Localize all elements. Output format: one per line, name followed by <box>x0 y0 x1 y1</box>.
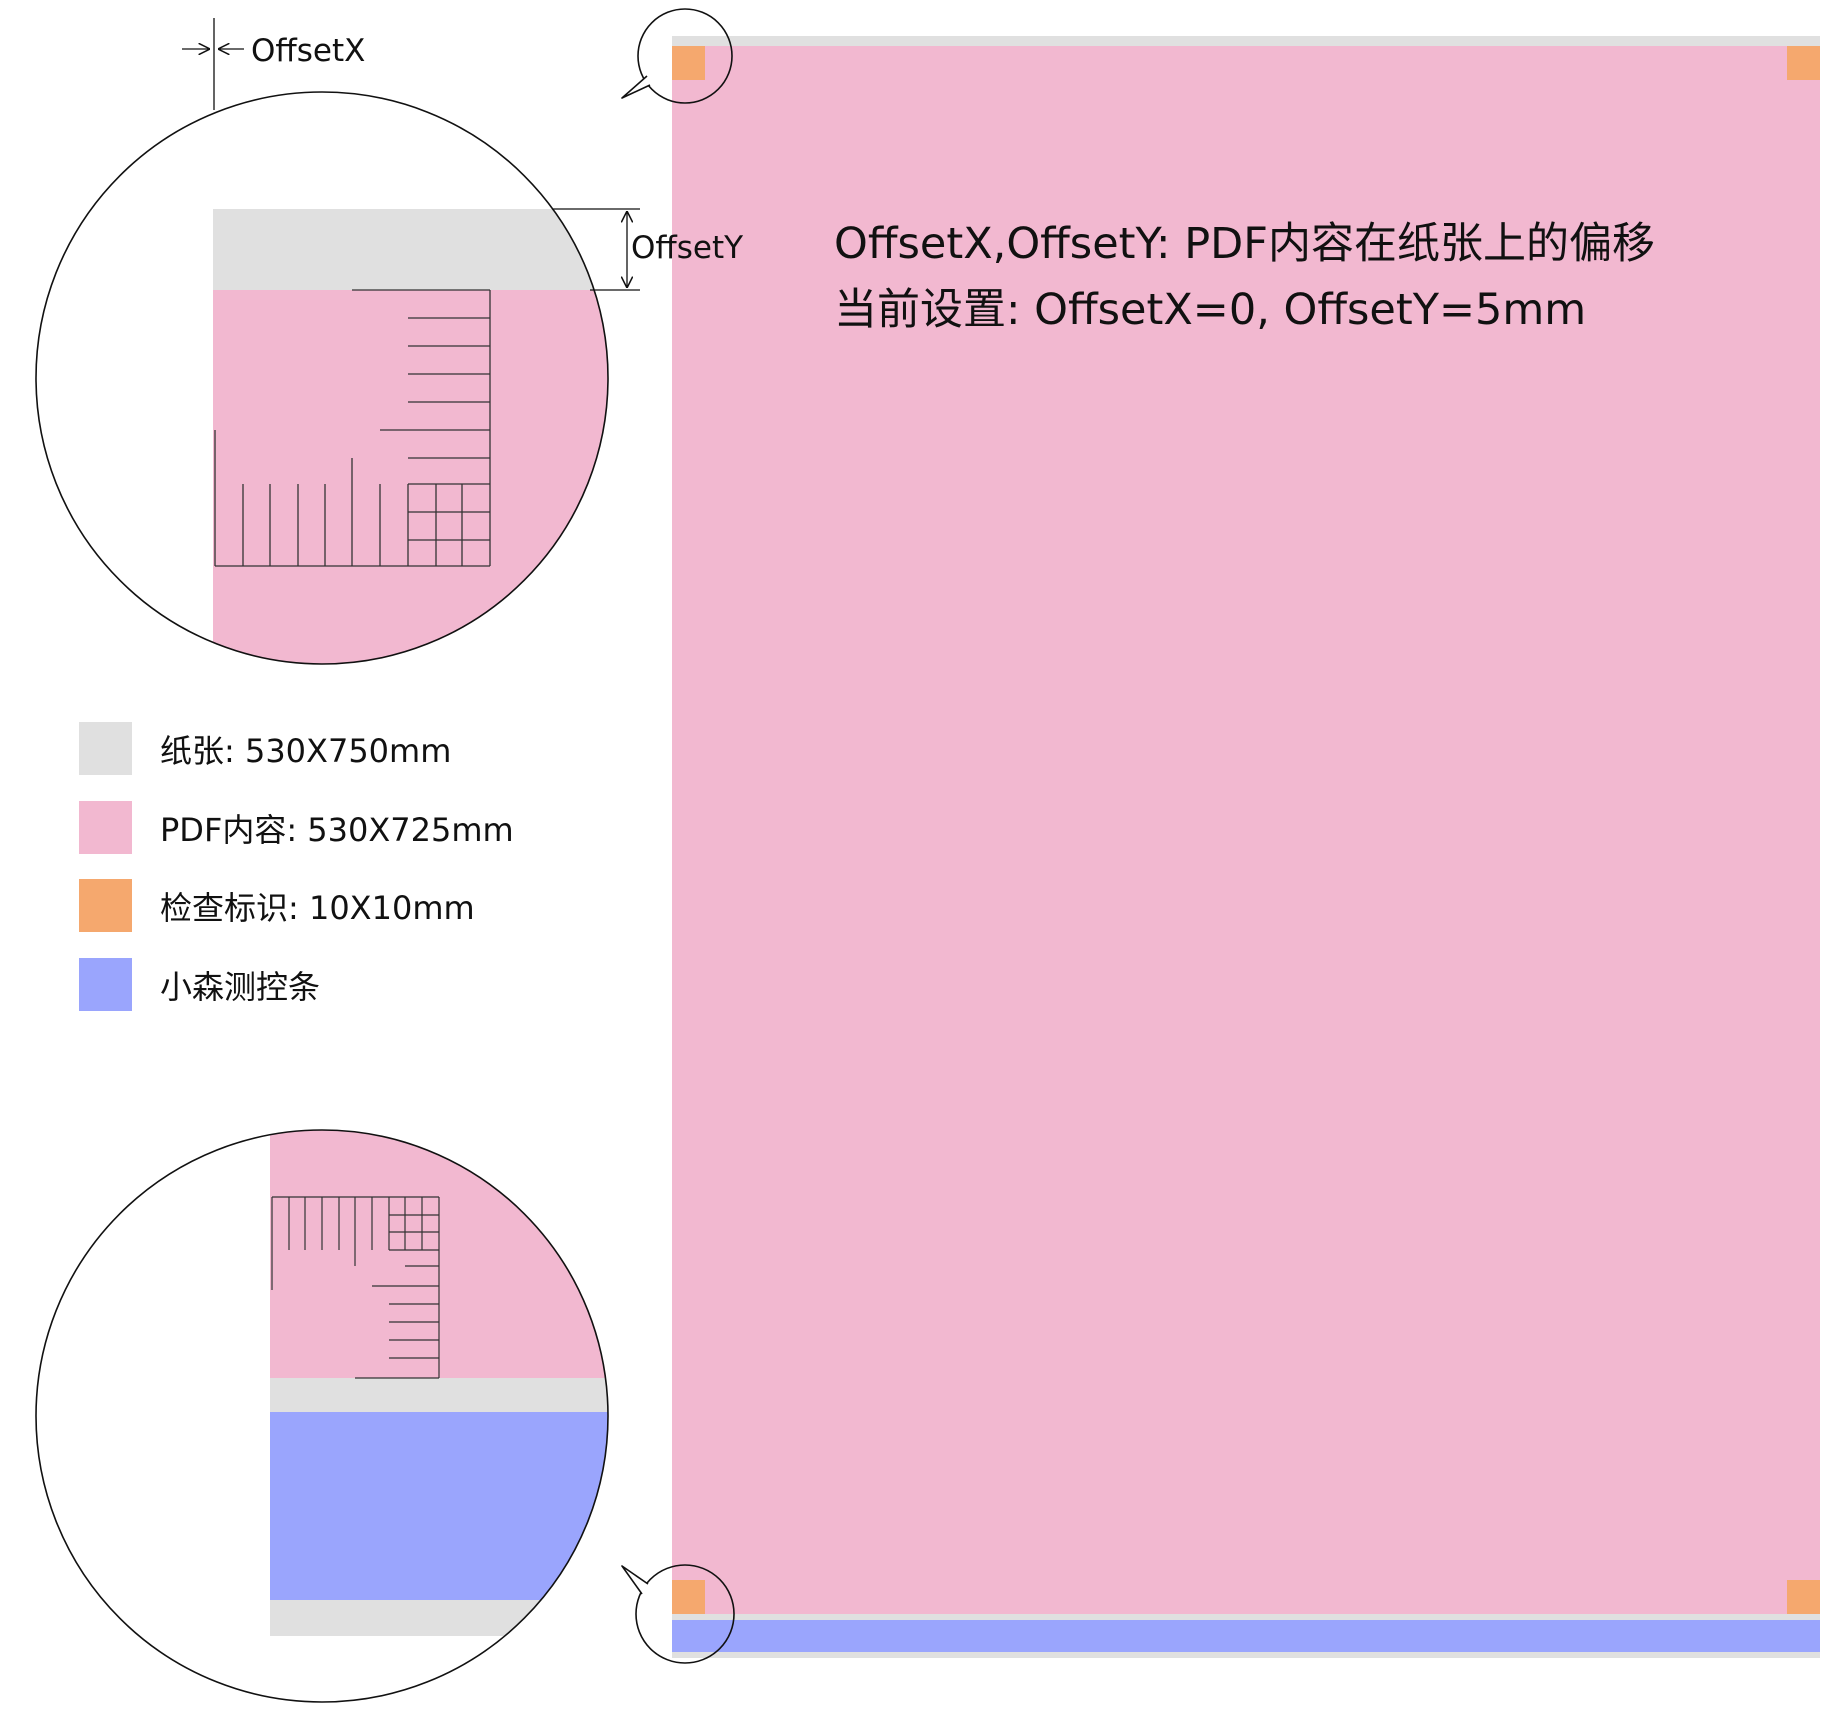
legend-swatch-paper <box>79 722 132 775</box>
legend-label-check-mark: 检查标识: 10X10mm <box>160 889 475 927</box>
magnified-paper <box>213 209 608 290</box>
offset-diagram: OffsetX,OffsetY: PDF内容在纸张上的偏移 当前设置: Offs… <box>35 8 1820 1703</box>
legend-label-control-strip: 小森测控条 <box>160 968 320 1006</box>
description-line-1: OffsetX,OffsetY: PDF内容在纸张上的偏移 <box>834 219 1655 269</box>
control-strip <box>672 1620 1820 1652</box>
check-mark-bottom-right <box>1787 1580 1820 1614</box>
offset-x-label: OffsetX <box>251 33 365 69</box>
magnified-pdf-content <box>213 290 608 664</box>
description-line-2: 当前设置: OffsetX=0, OffsetY=5mm <box>834 285 1586 335</box>
offset-y-label: OffsetY <box>631 230 743 266</box>
magnified-bottom-left-corner <box>35 1129 609 1703</box>
legend-label-paper: 纸张: 530X750mm <box>160 732 451 770</box>
legend-swatch-control-strip <box>79 958 132 1011</box>
pdf-content-area <box>672 46 1820 1614</box>
magnified-top-left-corner: OffsetX OffsetY <box>35 18 743 665</box>
check-mark-bottom-left <box>672 1580 705 1614</box>
magnified-pdf-content-bottom <box>270 1130 608 1378</box>
legend-swatch-pdf-content <box>79 801 132 854</box>
legend-label-pdf-content: PDF内容: 530X725mm <box>160 811 514 849</box>
offset-x-dimension <box>182 18 244 110</box>
legend: 纸张: 530X750mm PDF内容: 530X725mm 检查标识: 10X… <box>79 722 514 1011</box>
legend-swatch-check-mark <box>79 879 132 932</box>
magnified-control-strip <box>270 1412 608 1600</box>
main-sheet: OffsetX,OffsetY: PDF内容在纸张上的偏移 当前设置: Offs… <box>672 36 1820 1658</box>
check-mark-top-left <box>672 46 705 80</box>
check-mark-top-right <box>1787 46 1820 80</box>
